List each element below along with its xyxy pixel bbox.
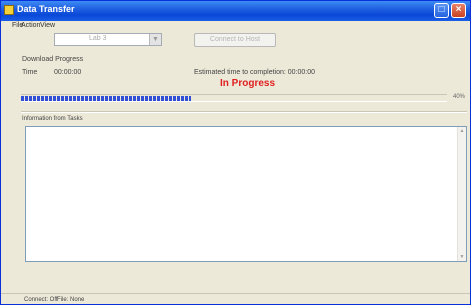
progress-fill [21, 96, 191, 101]
app-icon [4, 5, 14, 15]
host-select[interactable]: Lab 3 ▼ [54, 33, 162, 46]
connect-button[interactable]: Connect to Host [194, 33, 276, 47]
window-title: Data Transfer [17, 4, 75, 14]
progress-bar [21, 94, 447, 102]
main-window: Data Transfer □ × File Action View Lab 3… [0, 0, 471, 305]
status-divider [1, 293, 470, 294]
file-status: File: None [57, 297, 85, 303]
connect-button-label: Connect to Host [209, 36, 261, 43]
connection-status: Connect: Off [24, 297, 58, 303]
section-divider [21, 111, 467, 113]
menu-action[interactable]: Action [21, 22, 40, 29]
close-button[interactable]: × [451, 3, 466, 18]
maximize-icon: □ [438, 4, 445, 15]
status-text: In Progress [220, 78, 276, 89]
host-select-value: Lab 3 [89, 35, 107, 42]
download-progress-label: Download Progress [22, 56, 84, 63]
menu-bar: File Action View [1, 21, 470, 32]
chevron-down-icon[interactable]: ▼ [149, 34, 161, 45]
log-label: Information from Tasks [22, 116, 83, 122]
log-textarea[interactable]: ▲ ▼ [25, 126, 467, 262]
title-bar[interactable]: Data Transfer □ × [1, 1, 470, 21]
scroll-down-icon[interactable]: ▼ [459, 254, 465, 260]
time-label: Time [22, 69, 38, 76]
close-icon: × [455, 4, 462, 15]
scroll-up-icon[interactable]: ▲ [459, 128, 465, 134]
maximize-button[interactable]: □ [434, 3, 449, 18]
log-scrollbar[interactable]: ▲ ▼ [457, 127, 466, 261]
eta-label: Estimated time to completion: 00:00:00 [194, 69, 316, 76]
menu-view[interactable]: View [40, 22, 55, 29]
time-value: 00:00:00 [54, 69, 82, 76]
progress-percent: 40% [453, 94, 466, 100]
